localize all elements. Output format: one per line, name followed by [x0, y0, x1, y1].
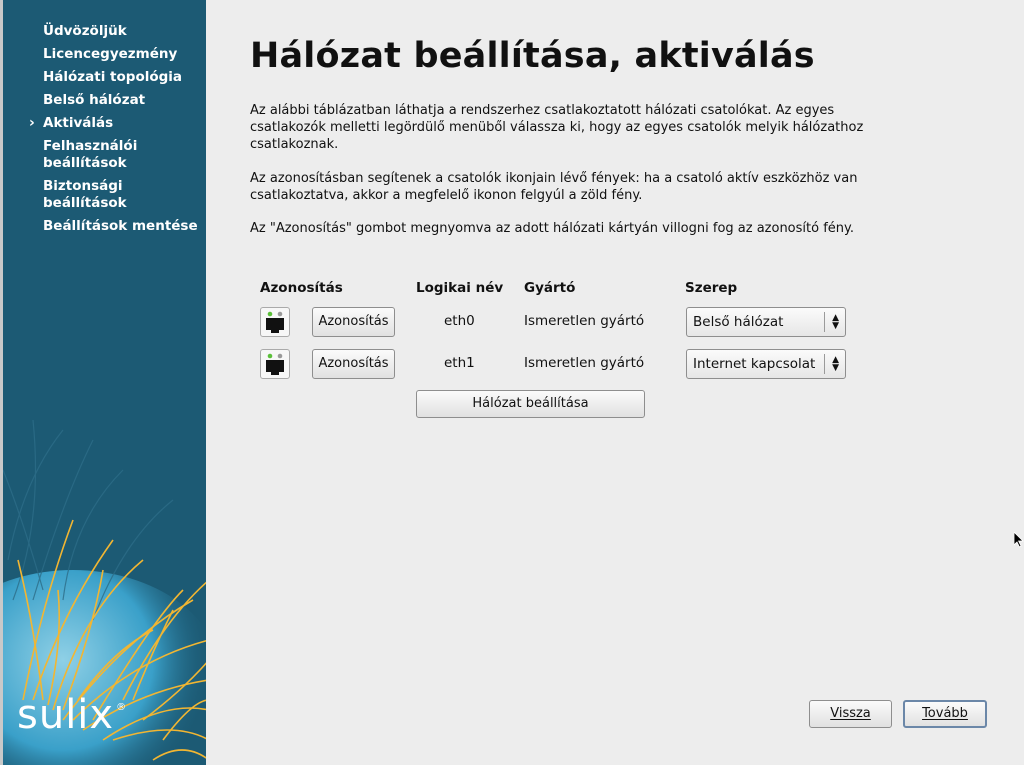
select-separator: [824, 312, 825, 332]
logo-text: sulix: [17, 692, 115, 738]
nav-step-internal-network[interactable]: Belső hálózat: [43, 92, 203, 109]
header-role: Szerep: [685, 280, 738, 296]
nav-step-save-settings[interactable]: Beállítások mentése: [43, 218, 203, 235]
identify-button-eth0[interactable]: Azonosítás: [312, 307, 395, 337]
next-button[interactable]: Tovább: [903, 700, 987, 728]
step-navigation: Üdvözöljük Licencegyezmény Hálózati topo…: [29, 23, 203, 241]
select-separator: [824, 354, 825, 374]
nav-step-activation[interactable]: Aktiválás: [29, 115, 203, 132]
nav-step-welcome[interactable]: Üdvözöljük: [43, 23, 203, 40]
nav-step-license[interactable]: Licencegyezmény: [43, 46, 203, 63]
lights-paragraph: Az azonosításban segítenek a csatolók ik…: [250, 171, 858, 203]
vendor-eth1: Ismeretlen gyártó: [524, 355, 645, 371]
sulix-logo: sulix ®: [17, 692, 127, 738]
identify-button-eth1[interactable]: Azonosítás: [312, 349, 395, 379]
header-vendor: Gyártó: [524, 280, 576, 296]
page-title: Hálózat beállítása, aktiválás: [250, 36, 815, 76]
updown-arrow-icon: ▲ ▼: [832, 355, 839, 373]
identify-paragraph: Az "Azonosítás" gombot megnyomva az adot…: [250, 221, 854, 236]
back-button-label: Vissza: [830, 706, 871, 721]
configure-network-button[interactable]: Hálózat beállítása: [416, 390, 645, 418]
intro-paragraph: Az alábbi táblázatban láthatja a rendsze…: [250, 103, 864, 152]
nav-step-security-settings[interactable]: Biztonsági beállítások: [43, 178, 203, 212]
header-logical-name: Logikai név: [416, 280, 504, 296]
next-button-label: Tovább: [922, 706, 968, 721]
role-value-eth1: Internet kapcsolat: [693, 356, 816, 372]
logical-name-eth0: eth0: [444, 313, 475, 329]
sidebar: Üdvözöljük Licencegyezmény Hálózati topo…: [0, 0, 206, 765]
vendor-eth0: Ismeretlen gyártó: [524, 313, 645, 329]
role-select-eth1[interactable]: Internet kapcsolat ▲ ▼: [686, 349, 846, 379]
back-button[interactable]: Vissza: [809, 700, 892, 728]
network-port-icon: [260, 307, 290, 337]
registered-mark: ®: [116, 702, 128, 713]
logical-name-eth1: eth1: [444, 355, 475, 371]
role-value-eth0: Belső hálózat: [693, 314, 784, 330]
network-port-icon: [260, 349, 290, 379]
role-select-eth0[interactable]: Belső hálózat ▲ ▼: [686, 307, 846, 337]
updown-arrow-icon: ▲ ▼: [832, 313, 839, 331]
header-identify: Azonosítás: [260, 280, 343, 296]
nav-step-network-topology[interactable]: Hálózati topológia: [43, 69, 203, 86]
mouse-pointer-icon: [1014, 532, 1024, 548]
nav-step-user-settings[interactable]: Felhasználói beállítások: [43, 138, 203, 172]
